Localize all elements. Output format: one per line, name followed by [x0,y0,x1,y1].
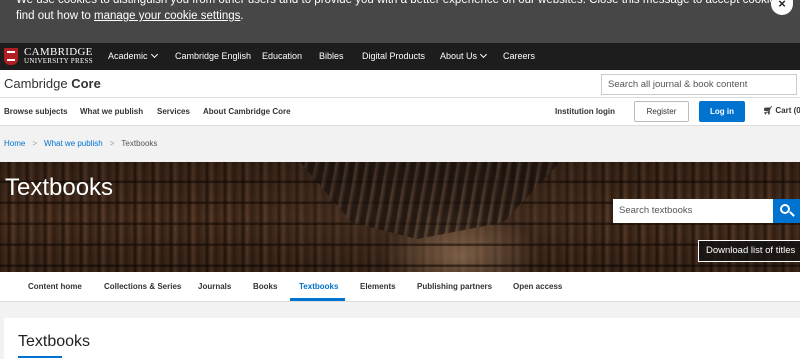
tab-books[interactable]: Books [253,282,277,291]
page: We use cookies to distinguish you from o… [0,0,800,359]
search-icon-handle [789,211,795,217]
breadcrumb-home[interactable]: Home [4,139,25,148]
brand-light: Cambridge [4,76,72,91]
active-tab-indicator [290,298,345,301]
topnav-label: About Us [440,51,478,61]
cookie-line2-suffix: . [240,10,244,22]
core-header: Cambridge Core Search all journal & book… [0,70,800,98]
topnav-item-digital-products[interactable]: Digital Products [362,51,425,61]
cookie-message-line1: We use cookies to distinguish you from o… [16,0,796,6]
heading-underline [18,356,62,358]
page-title: Textbooks [5,174,114,201]
register-button[interactable]: Register [634,101,689,122]
tab-collections-series[interactable]: Collections & Series [104,282,181,291]
cambridge-core-logo[interactable]: Cambridge Core [4,76,101,91]
login-button[interactable]: Log in [699,101,745,122]
topnav-item-academic[interactable]: Academic [108,50,158,61]
cart-icon: 🛒︎ [763,106,776,115]
topnav-label: Academic [108,51,148,61]
cambridge-logo[interactable]: CAMBRIDGE UNIVERSITY PRESS [4,45,93,66]
institution-login-link[interactable]: Institution login [555,107,615,116]
manage-cookie-settings-link[interactable]: manage your cookie settings [94,10,240,22]
tab-journals[interactable]: Journals [198,282,231,291]
logo-text: CAMBRIDGE UNIVERSITY PRESS [24,45,93,66]
breadcrumb: Home > What we publish > Textbooks [4,139,157,148]
topnav-item-about-us[interactable]: About Us [440,50,488,61]
nav-services[interactable]: Services [157,107,190,116]
shield-icon [4,48,18,65]
cookie-message-line2: find out how to manage your cookie setti… [16,9,244,24]
chevron-down-icon [150,50,158,59]
tab-open-access[interactable]: Open access [513,282,562,291]
breadcrumb-separator: > [32,139,38,148]
cookie-banner: We use cookies to distinguish you from o… [0,0,800,43]
brand-bold: Core [71,76,101,91]
search-button[interactable] [773,199,800,223]
tab-elements[interactable]: Elements [360,282,396,291]
download-titles-button[interactable]: Download list of titles [698,240,800,262]
breadcrumb-what-we-publish[interactable]: What we publish [44,139,103,148]
section-tabs: Content home Collections & Series Journa… [0,272,800,302]
nav-what-we-publish[interactable]: What we publish [80,107,143,116]
secondary-navigation: Browse subjects What we publish Services… [0,98,800,126]
cart-link[interactable]: 🛒︎ Cart (0) [763,106,800,115]
tab-textbooks[interactable]: Textbooks [299,282,338,291]
textbook-search-input[interactable]: Search textbooks [613,199,773,223]
breadcrumb-separator: > [109,139,115,148]
breadcrumb-current: Textbooks [121,139,158,148]
top-navigation: CAMBRIDGE UNIVERSITY PRESS Academic Camb… [0,43,800,70]
cookie-line2-prefix: find out how to [16,10,94,22]
site-search-input[interactable]: Search all journal & book content [601,74,797,95]
nav-about-cambridge-core[interactable]: About Cambridge Core [203,107,291,116]
nav-browse-subjects[interactable]: Browse subjects [4,107,68,116]
chevron-down-icon [479,50,488,59]
tab-publishing-partners[interactable]: Publishing partners [417,282,492,291]
cart-label: Cart (0) [775,106,800,115]
hero-banner: Textbooks Search textbooks Download list… [0,162,800,272]
content-card: Textbooks [4,318,800,359]
topnav-item-careers[interactable]: Careers [503,51,535,61]
topnav-item-cambridge-english[interactable]: Cambridge English [175,51,251,61]
close-cookie-banner-button[interactable]: × [771,0,793,15]
tab-content-home[interactable]: Content home [28,282,82,291]
logo-line2: UNIVERSITY PRESS [24,56,93,65]
topnav-item-education[interactable]: Education [262,51,302,61]
logo-line1: CAMBRIDGE [24,45,93,58]
topnav-item-bibles[interactable]: Bibles [319,51,344,61]
section-heading: Textbooks [18,333,91,350]
